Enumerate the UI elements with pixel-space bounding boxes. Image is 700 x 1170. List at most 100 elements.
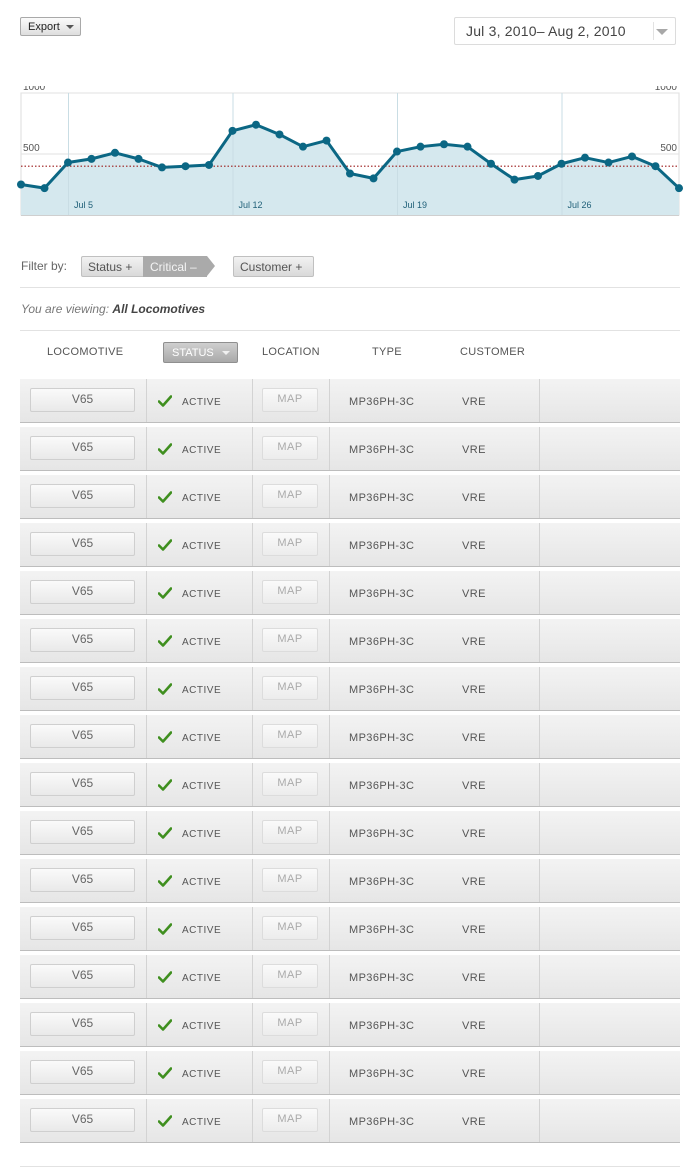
type-text: MP36PH-3C xyxy=(349,492,415,504)
column-header-status[interactable]: Status xyxy=(163,342,238,363)
map-button[interactable]: MAP xyxy=(262,868,318,892)
map-button[interactable]: MAP xyxy=(262,628,318,652)
locomotive-button[interactable]: V65 xyxy=(30,1108,135,1132)
map-button[interactable]: MAP xyxy=(262,532,318,556)
customer-text: VRE xyxy=(462,588,486,600)
customer-text: VRE xyxy=(462,924,486,936)
filter-label: Filter by: xyxy=(21,259,68,273)
type-text: MP36PH-3C xyxy=(349,684,415,696)
map-button[interactable]: MAP xyxy=(262,964,318,988)
cell-divider xyxy=(146,907,147,950)
table-row: V65 ACTIVE MAP MP36PH-3C VRE xyxy=(20,379,680,423)
map-button[interactable]: MAP xyxy=(262,820,318,844)
cell-divider xyxy=(539,1003,540,1046)
cell-divider xyxy=(146,1099,147,1142)
customer-text: VRE xyxy=(462,828,486,840)
data-point xyxy=(111,148,119,157)
locomotive-button[interactable]: V65 xyxy=(30,916,135,940)
export-button[interactable]: Export xyxy=(20,17,81,36)
data-point xyxy=(181,162,190,171)
locomotive-button[interactable]: V65 xyxy=(30,676,135,700)
cell-divider xyxy=(539,667,540,710)
map-button[interactable]: MAP xyxy=(262,1012,318,1036)
column-header-customer[interactable]: Customer xyxy=(460,346,525,358)
cell-divider xyxy=(252,475,253,518)
x-tick-label: Jul 12 xyxy=(239,200,263,210)
locomotive-button[interactable]: V65 xyxy=(30,964,135,988)
data-point xyxy=(369,174,378,183)
status-text: ACTIVE xyxy=(182,781,222,792)
column-header-type[interactable]: Type xyxy=(372,346,402,358)
cell-divider xyxy=(146,475,147,518)
check-icon xyxy=(158,875,172,887)
table-row: V65 ACTIVE MAP MP36PH-3C VRE xyxy=(20,475,680,519)
data-point xyxy=(275,130,284,139)
cell-divider xyxy=(539,955,540,998)
viewing-summary: You are viewing: All Locomotives xyxy=(21,302,205,316)
x-tick-label: Jul 5 xyxy=(74,200,93,210)
column-header-locomotive[interactable]: Locomotive xyxy=(47,346,123,358)
table-row: V65 ACTIVE MAP MP36PH-3C VRE xyxy=(20,955,680,999)
cell-divider xyxy=(539,571,540,614)
map-button[interactable]: MAP xyxy=(262,1108,318,1132)
cell-divider xyxy=(252,955,253,998)
locomotive-button[interactable]: V65 xyxy=(30,388,135,412)
customer-text: VRE xyxy=(462,876,486,888)
customer-text: VRE xyxy=(462,684,486,696)
data-point xyxy=(463,142,472,151)
cell-divider xyxy=(539,859,540,902)
cell-divider xyxy=(539,907,540,950)
map-button[interactable]: MAP xyxy=(262,580,318,604)
map-button[interactable]: MAP xyxy=(262,436,318,460)
type-text: MP36PH-3C xyxy=(349,972,415,984)
date-range-picker[interactable]: Jul 3, 2010– Aug 2, 2010 xyxy=(454,17,676,45)
cell-divider xyxy=(539,379,540,422)
locomotive-button[interactable]: V65 xyxy=(30,436,135,460)
table-row: V65 ACTIVE MAP MP36PH-3C VRE xyxy=(20,859,680,903)
filter-customer-button[interactable]: Customer + xyxy=(233,256,314,277)
locomotive-button[interactable]: V65 xyxy=(30,1012,135,1036)
cell-divider xyxy=(146,523,147,566)
status-text: ACTIVE xyxy=(182,397,222,408)
type-text: MP36PH-3C xyxy=(349,1020,415,1032)
map-button[interactable]: MAP xyxy=(262,916,318,940)
cell-divider xyxy=(252,1003,253,1046)
map-button[interactable]: MAP xyxy=(262,772,318,796)
type-text: MP36PH-3C xyxy=(349,924,415,936)
cell-divider xyxy=(539,619,540,662)
column-header-location[interactable]: Location xyxy=(262,346,320,358)
data-point xyxy=(40,184,49,193)
filter-status-button[interactable]: Status + xyxy=(81,256,144,277)
cell-divider xyxy=(329,1099,330,1142)
customer-text: VRE xyxy=(462,444,486,456)
map-button[interactable]: MAP xyxy=(262,724,318,748)
locomotive-button[interactable]: V65 xyxy=(30,772,135,796)
locomotive-button[interactable]: V65 xyxy=(30,820,135,844)
locomotive-button[interactable]: V65 xyxy=(30,1060,135,1084)
map-button[interactable]: MAP xyxy=(262,388,318,412)
data-point xyxy=(299,142,307,151)
data-point xyxy=(346,169,354,178)
data-point xyxy=(17,180,25,189)
locomotive-button[interactable]: V65 xyxy=(30,532,135,556)
x-tick-label: Jul 26 xyxy=(568,200,592,210)
cell-divider xyxy=(146,427,147,470)
date-range-text: Jul 3, 2010– Aug 2, 2010 xyxy=(466,23,626,39)
locomotive-button[interactable]: V65 xyxy=(30,868,135,892)
filter-critical-tag[interactable]: Critical – xyxy=(143,256,215,277)
locomotive-button[interactable]: V65 xyxy=(30,580,135,604)
cell-divider xyxy=(539,1099,540,1142)
cell-divider xyxy=(329,1003,330,1046)
data-point xyxy=(322,136,331,145)
map-button[interactable]: MAP xyxy=(262,676,318,700)
locomotive-button[interactable]: V65 xyxy=(30,724,135,748)
locomotive-button[interactable]: V65 xyxy=(30,628,135,652)
cell-divider xyxy=(329,859,330,902)
data-point xyxy=(440,140,448,149)
table-row: V65 ACTIVE MAP MP36PH-3C VRE xyxy=(20,1051,680,1095)
viewing-prefix: You are viewing: xyxy=(21,302,110,316)
locomotive-button[interactable]: V65 xyxy=(30,484,135,508)
map-button[interactable]: MAP xyxy=(262,1060,318,1084)
map-button[interactable]: MAP xyxy=(262,484,318,508)
customer-text: VRE xyxy=(462,1020,486,1032)
